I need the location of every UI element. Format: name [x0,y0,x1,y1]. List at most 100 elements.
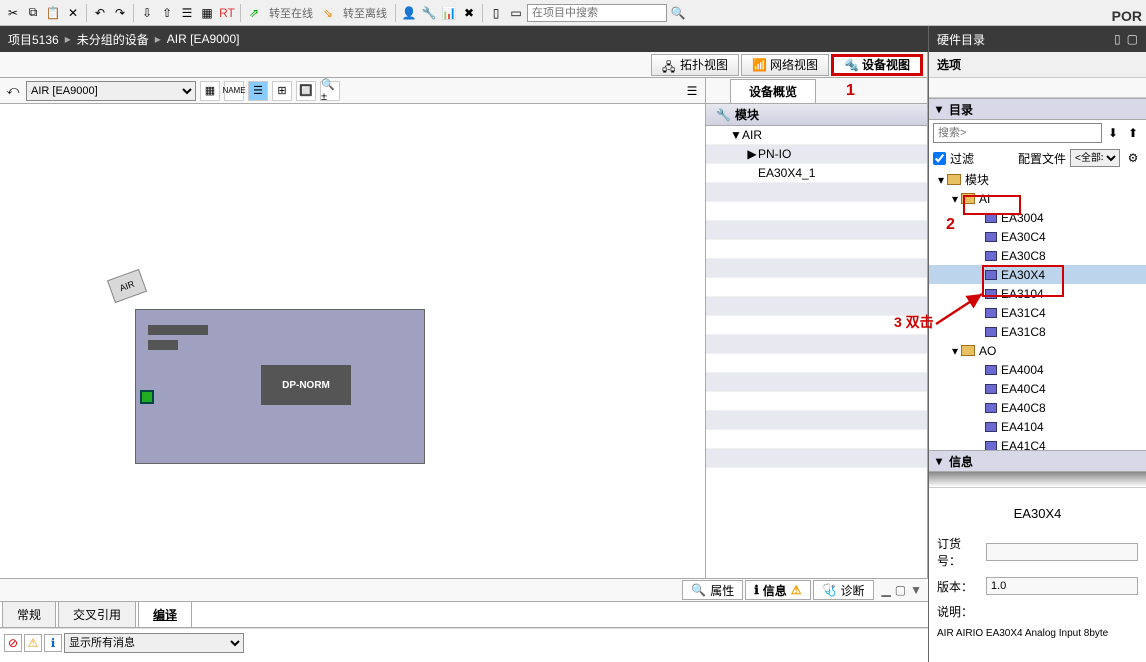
inspector-tabs: 🔍属性 ℹ信息⚠ 🩺诊断 ▁ ▢ ▼ [0,578,928,602]
profile-opt-icon[interactable]: ⚙ [1124,149,1142,167]
search-go-icon[interactable]: 🔍 [669,4,687,22]
project-search-input[interactable] [527,4,667,22]
tab-topology[interactable]: 🖧拓扑视图 [651,54,739,76]
search-up-icon[interactable]: ⬆ [1124,124,1142,142]
link-icon[interactable]: ⇗ [245,4,263,22]
tab-device[interactable]: 🔩设备视图 [831,54,923,76]
panel-dn-icon[interactable]: ▼ [910,583,922,597]
panel-toggle-icon[interactable]: ☰ [683,82,701,100]
tab-xref[interactable]: 交叉引用 [58,601,136,627]
crumb-device[interactable]: AIR [EA9000] [167,32,240,46]
catalog-item[interactable]: EA30C8 [929,246,1146,265]
tab-diagnostics[interactable]: 🩺诊断 [813,580,874,600]
table-row[interactable] [706,411,927,430]
panel-max-icon[interactable]: ▢ [1127,32,1138,46]
panel-min-icon[interactable]: ▁ [882,583,891,597]
crumb-project[interactable]: 项目5136 [8,31,59,48]
catalog-item[interactable]: ▾模块 [929,170,1146,189]
redo-icon[interactable]: ↷ [111,4,129,22]
catalog-item[interactable]: ▾AI [929,189,1146,208]
table-row[interactable] [706,354,927,373]
upload-icon[interactable]: ⇧ [158,4,176,22]
panel-max-icon[interactable]: ▢ [895,583,906,597]
device-port[interactable] [140,390,154,404]
tool2-icon[interactable]: 📊 [440,4,458,22]
table-row[interactable] [706,183,927,202]
cut-icon[interactable]: ✂ [4,4,22,22]
run-icon[interactable]: RT [218,4,236,22]
tool-icon[interactable]: 🔧 [420,4,438,22]
name-icon[interactable]: NAME [224,81,244,101]
catalog-title-bar: 硬件目录 ▯▢ [929,26,1146,52]
struct-icon[interactable]: ⊞ [272,81,292,101]
table-row[interactable] [706,259,927,278]
zoom-icon[interactable]: 🔍± [320,81,340,101]
order-input[interactable] [986,543,1138,561]
catalog-item[interactable]: EA4104 [929,417,1146,436]
device-module[interactable]: DP-NORM [135,309,425,464]
message-filter-select[interactable]: 显示所有消息 [64,633,244,653]
table-row[interactable] [706,202,927,221]
device-select[interactable]: AIR [EA9000] [26,81,196,101]
layer-icon[interactable]: ☰ [248,81,268,101]
catalog-item[interactable]: EA3004 [929,208,1146,227]
go-offline-button[interactable]: 转至离线 [339,5,391,21]
delete-icon[interactable]: ✕ [64,4,82,22]
tab-network[interactable]: 📶网络视图 [741,54,829,76]
catalog-search-input[interactable] [933,123,1102,143]
close-tool-icon[interactable]: ✖ [460,4,478,22]
table-row[interactable] [706,373,927,392]
table-row[interactable]: ▶PN-IO [706,145,927,164]
download-icon[interactable]: ⇩ [138,4,156,22]
table-row[interactable] [706,392,927,411]
grid-icon[interactable]: ▦ [200,81,220,101]
version-input[interactable] [986,577,1138,595]
compare-icon[interactable]: ☰ [178,4,196,22]
overview-tree[interactable]: ▼AIR▶PN-IOEA30X4_1 [706,126,927,578]
paste-icon[interactable]: 📋 [44,4,62,22]
device-tag[interactable]: AIR [107,269,147,303]
table-row[interactable] [706,278,927,297]
go-online-button[interactable]: 转至在线 [265,5,317,21]
table-row[interactable] [706,430,927,449]
tab-general[interactable]: 常规 [2,601,56,627]
split-h-icon[interactable]: ▯ [487,4,505,22]
warn-badge-icon: ⚠ [791,583,802,597]
table-row[interactable]: EA30X4_1 [706,164,927,183]
catalog-section[interactable]: ▾目录 [929,98,1146,120]
table-row[interactable] [706,335,927,354]
error-filter-icon[interactable]: ⊘ [4,634,22,652]
panel-min-icon[interactable]: ▯ [1114,32,1121,46]
annotation-arrow-icon [932,288,992,328]
back-icon[interactable]: ⤺ [4,82,22,100]
crumb-group[interactable]: 未分组的设备 [77,31,149,48]
table-row[interactable] [706,240,927,259]
catalog-item[interactable]: EA30C4 [929,227,1146,246]
copy-icon[interactable]: ⧉ [24,4,42,22]
overview-tab[interactable]: 设备概览 [730,79,816,103]
table-row[interactable] [706,221,927,240]
unlink-icon[interactable]: ⇘ [319,4,337,22]
undo-icon[interactable]: ↶ [91,4,109,22]
split-v-icon[interactable]: ▭ [507,4,525,22]
simulate-icon[interactable]: ▦ [198,4,216,22]
tab-info[interactable]: ℹ信息⚠ [745,580,810,600]
filter-checkbox[interactable] [933,152,946,165]
tab-compile[interactable]: 编译 [138,601,192,627]
catalog-item[interactable]: EA40C8 [929,398,1146,417]
catalog-item[interactable]: EA4004 [929,360,1146,379]
profile-select[interactable]: <全部> [1070,149,1120,167]
catalog-item[interactable]: ▾AO [929,341,1146,360]
catalog-item[interactable]: EA40C4 [929,379,1146,398]
table-row[interactable]: ▼AIR [706,126,927,145]
accessible-icon[interactable]: 👤 [400,4,418,22]
table-row[interactable] [706,449,927,468]
zoom-fit-icon[interactable]: 🔲 [296,81,316,101]
info-section[interactable]: ▾信息 [929,450,1146,472]
tab-properties[interactable]: 🔍属性 [682,580,743,600]
search-down-icon[interactable]: ⬇ [1104,124,1122,142]
info-filter-icon[interactable]: ℹ [44,634,62,652]
warn-filter-icon[interactable]: ⚠ [24,634,42,652]
device-canvas[interactable]: AIR DP-NORM [0,104,705,578]
catalog-item[interactable]: EA41C4 [929,436,1146,450]
